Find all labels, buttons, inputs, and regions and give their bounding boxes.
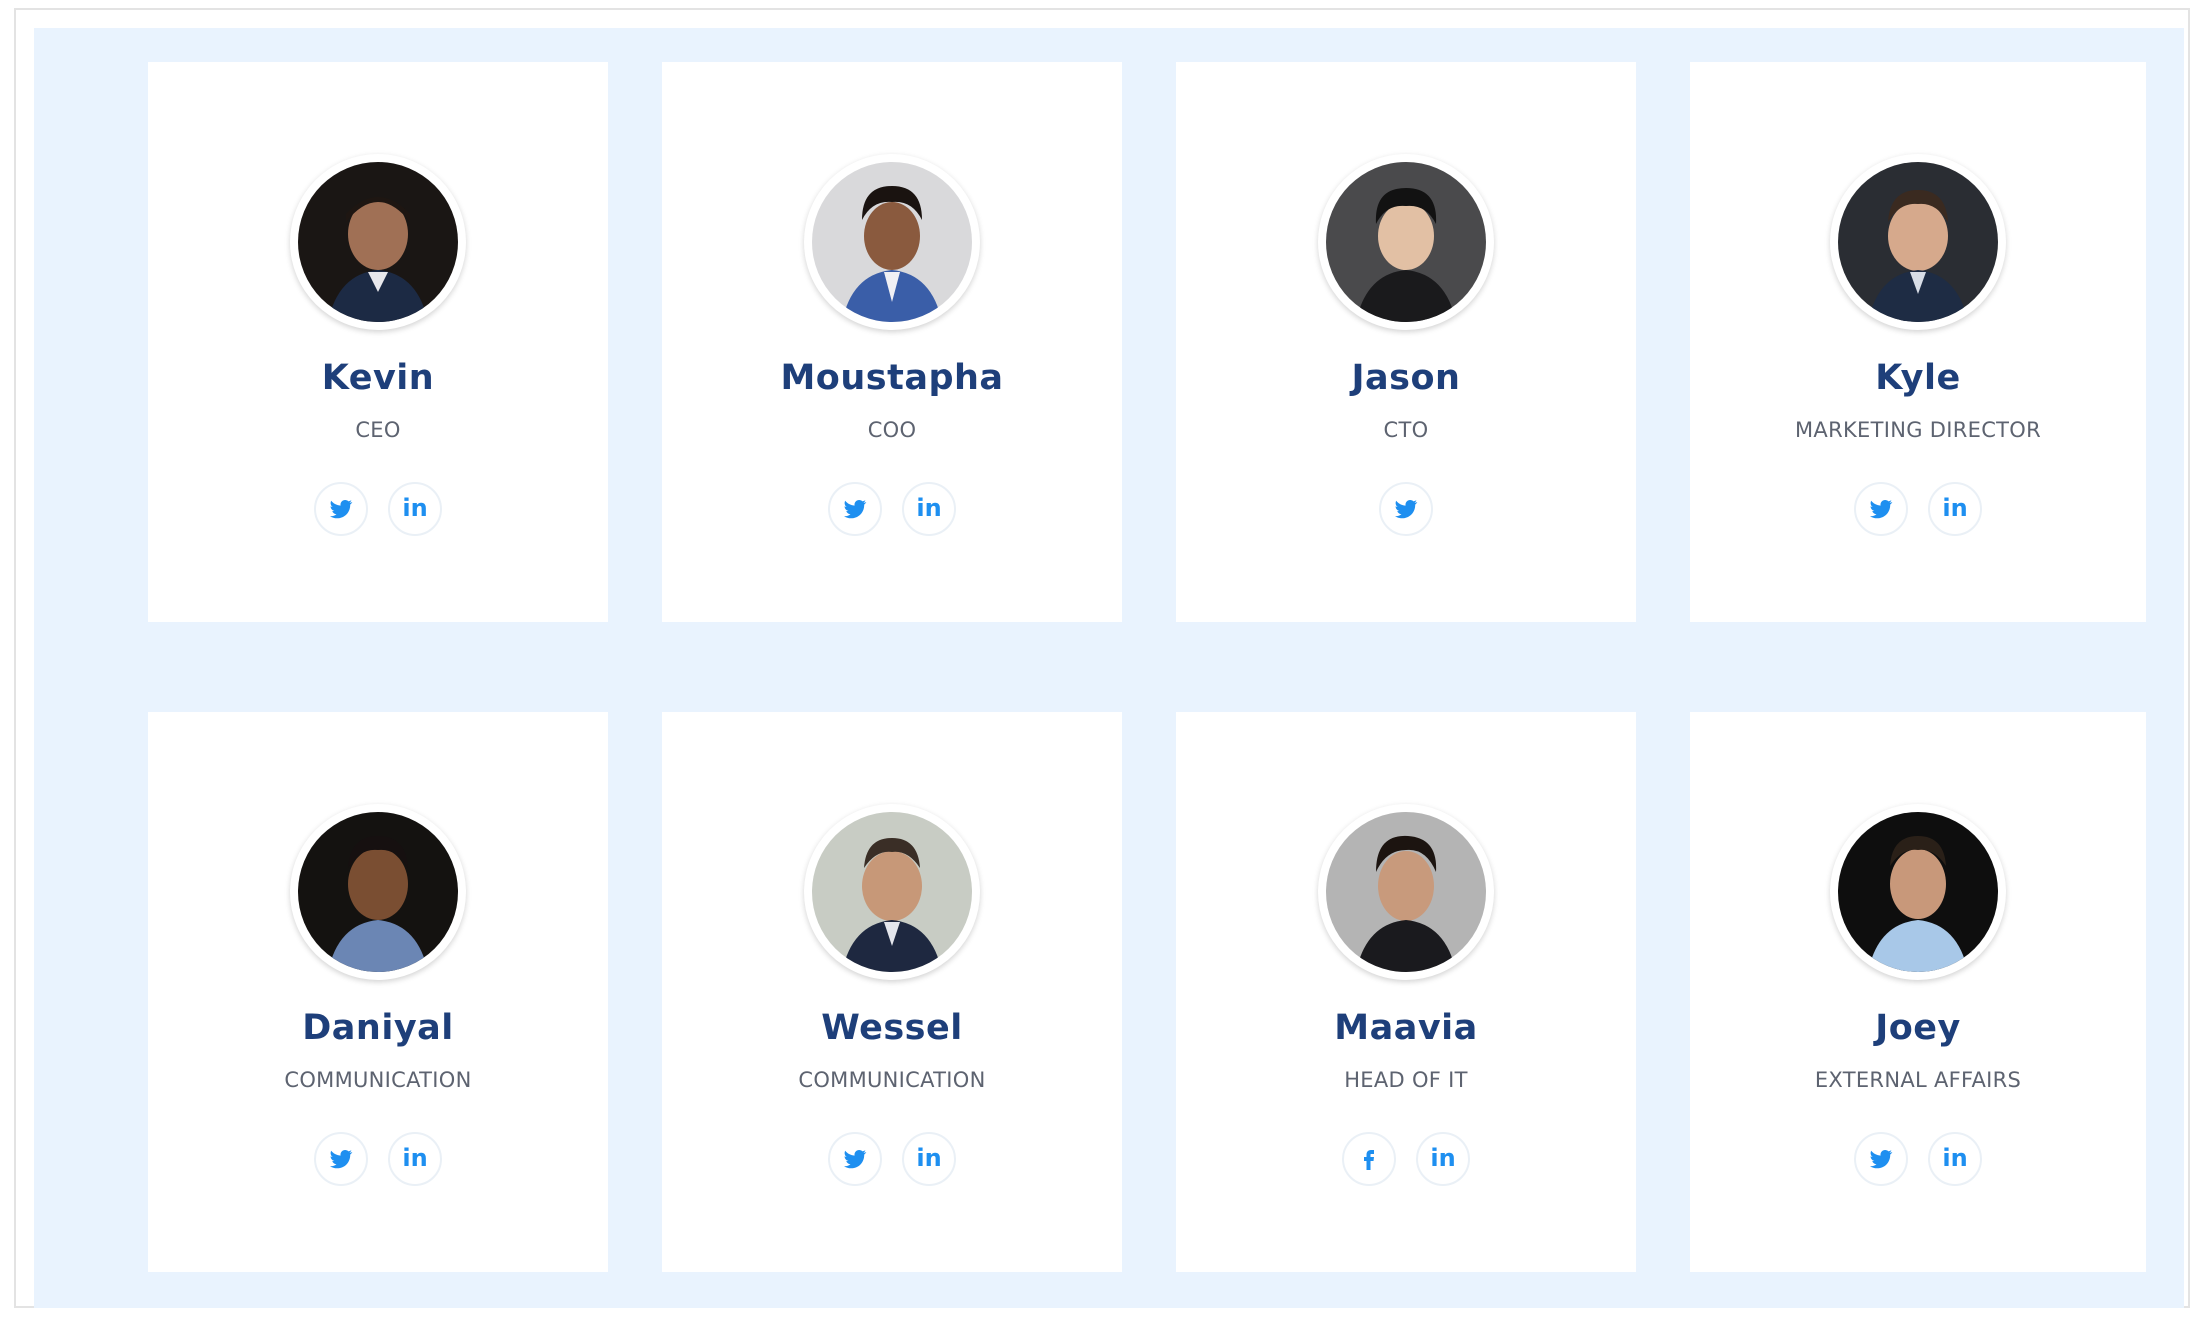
social-links: in [1690,1132,2146,1186]
team-card: Wessel COMMUNICATION in [662,712,1122,1272]
twitter-button[interactable] [1854,482,1908,536]
team-card: Kyle MARKETING DIRECTOR in [1690,62,2146,622]
member-role: CTO [1383,418,1429,442]
social-links: in [662,1132,1122,1186]
avatar [1830,804,2006,980]
linkedin-button[interactable]: in [388,1132,442,1186]
member-role: HEAD OF IT [1344,1068,1468,1092]
twitter-icon [330,1150,353,1169]
linkedin-button[interactable]: in [1416,1132,1470,1186]
twitter-icon [844,500,867,519]
member-role: COO [867,418,917,442]
team-card: Jason CTO [1176,62,1636,622]
avatar [1830,154,2006,330]
twitter-icon [844,1150,867,1169]
linkedin-icon: in [402,1144,428,1172]
linkedin-button[interactable]: in [1928,1132,1982,1186]
social-links [1176,482,1636,536]
linkedin-button[interactable]: in [902,1132,956,1186]
team-card: Moustapha COO in [662,62,1122,622]
avatar [290,154,466,330]
linkedin-button[interactable]: in [1928,482,1982,536]
member-name: Joey [1875,1008,1961,1048]
member-role: CEO [355,418,401,442]
avatar-photo [1326,812,1486,972]
linkedin-icon: in [1430,1144,1456,1172]
twitter-button[interactable] [828,1132,882,1186]
member-role: COMMUNICATION [284,1068,472,1092]
member-name: Jason [1351,358,1461,398]
twitter-icon [1870,500,1893,519]
twitter-icon [330,500,353,519]
social-links: in [1690,482,2146,536]
twitter-button[interactable] [314,1132,368,1186]
social-links: in [662,482,1122,536]
member-role: EXTERNAL AFFAIRS [1814,1068,2022,1092]
social-links: in [148,1132,608,1186]
avatar [290,804,466,980]
team-card: Daniyal COMMUNICATION in [148,712,608,1272]
linkedin-icon: in [1942,1144,1968,1172]
twitter-button[interactable] [1379,482,1433,536]
avatar [1318,154,1494,330]
member-name: Moustapha [780,358,1004,398]
member-name: Wessel [821,1008,963,1048]
avatar-photo [812,162,972,322]
social-links: in [1176,1132,1636,1186]
linkedin-button[interactable]: in [388,482,442,536]
member-role: MARKETING DIRECTOR [1794,418,2042,442]
member-name: Daniyal [302,1008,454,1048]
member-name: Maavia [1334,1008,1478,1048]
facebook-button[interactable] [1342,1132,1396,1186]
team-card: Joey EXTERNAL AFFAIRS in [1690,712,2146,1272]
member-name: Kyle [1875,358,1961,398]
linkedin-icon: in [402,494,428,522]
team-card: Kevin CEO in [148,62,608,622]
avatar-photo [812,812,972,972]
member-role: COMMUNICATION [798,1068,986,1092]
facebook-icon [1364,1150,1374,1170]
linkedin-button[interactable]: in [902,482,956,536]
avatar-photo [298,162,458,322]
avatar-photo [1326,162,1486,322]
twitter-icon [1395,500,1418,519]
member-name: Kevin [321,358,435,398]
twitter-button[interactable] [1854,1132,1908,1186]
social-links: in [148,482,608,536]
avatar-photo [1838,162,1998,322]
avatar [1318,804,1494,980]
twitter-button[interactable] [314,482,368,536]
avatar-photo [1838,812,1998,972]
team-section: Kevin CEO in Moustapha COO in Jason CTO [34,28,2184,1308]
linkedin-icon: in [916,494,942,522]
twitter-icon [1870,1150,1893,1169]
linkedin-icon: in [1942,494,1968,522]
team-card: Maavia HEAD OF IT in [1176,712,1636,1272]
avatar-photo [298,812,458,972]
twitter-button[interactable] [828,482,882,536]
avatar [804,804,980,980]
linkedin-icon: in [916,1144,942,1172]
avatar [804,154,980,330]
